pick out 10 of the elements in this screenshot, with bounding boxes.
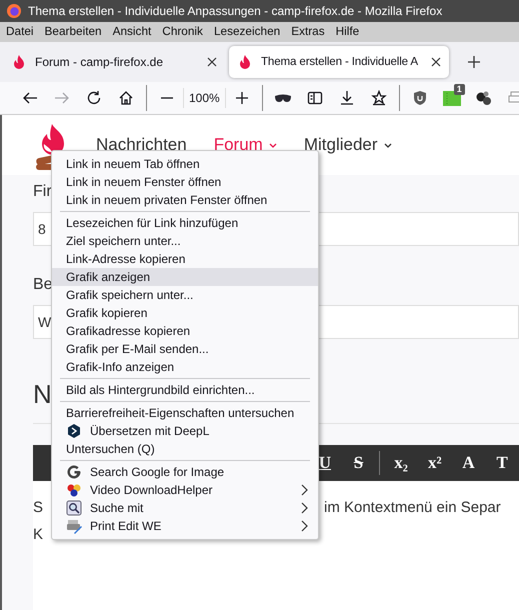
tab-title: Forum - camp-firefox.de [35, 54, 164, 71]
window-title: Thema erstellen - Individuelle Anpassungen - camp-firefox.de - Mozilla Firefox [28, 3, 442, 20]
tab-title: Thema erstellen - Individuelle A [261, 54, 419, 70]
editor-text: K [33, 524, 44, 544]
section-heading: N [33, 379, 52, 409]
editor-text: im Kontextmenü ein Separ [324, 498, 501, 518]
field-label: Be [33, 275, 53, 295]
badge-count: 1 [454, 84, 465, 95]
field-label: Fir [33, 182, 52, 202]
editor-text: S [33, 498, 44, 518]
